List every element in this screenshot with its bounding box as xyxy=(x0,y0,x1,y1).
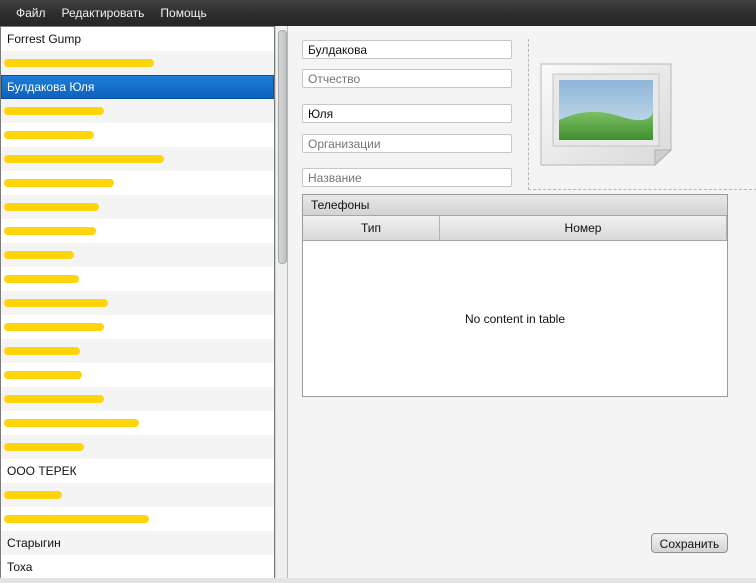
redaction-mark xyxy=(4,491,62,499)
phones-table-title: Телефоны xyxy=(303,195,727,216)
phones-table: Телефоны Тип Номер No content in table xyxy=(302,194,728,397)
redaction-mark xyxy=(4,227,96,235)
contact-list-item[interactable] xyxy=(1,171,274,195)
column-number[interactable]: Номер xyxy=(440,216,727,240)
redaction-mark xyxy=(4,59,154,67)
contact-list-item[interactable] xyxy=(1,339,274,363)
first-name-field[interactable] xyxy=(302,104,512,123)
redaction-mark xyxy=(4,179,114,187)
redaction-mark xyxy=(4,107,104,115)
phones-table-body[interactable]: No content in table xyxy=(303,241,727,396)
menu-file[interactable]: Файл xyxy=(0,0,54,26)
contact-list-item[interactable] xyxy=(1,219,274,243)
redaction-mark xyxy=(4,203,99,211)
image-placeholder-icon xyxy=(540,63,673,167)
contact-details-panel: Телефоны Тип Номер No content in table С… xyxy=(288,26,756,583)
redaction-mark xyxy=(4,155,164,163)
column-type[interactable]: Тип xyxy=(303,216,440,240)
contact-list-item[interactable] xyxy=(1,99,274,123)
window-bottom-edge xyxy=(0,578,756,583)
redaction-mark xyxy=(4,395,104,403)
menu-bar: Файл Редактировать Помощь xyxy=(0,0,756,27)
contact-list-item[interactable]: Старыгин xyxy=(1,531,274,555)
save-button[interactable]: Сохранить xyxy=(651,533,728,553)
contact-list-item[interactable] xyxy=(1,195,274,219)
contact-list-item[interactable] xyxy=(1,291,274,315)
redaction-mark xyxy=(4,131,94,139)
contact-list-item[interactable] xyxy=(1,315,274,339)
menu-edit[interactable]: Редактировать xyxy=(54,0,153,26)
contact-list-item[interactable]: Тоха xyxy=(1,555,274,579)
contacts-list[interactable]: Forrest Gump Булдакова Юля ООО ТЕРЕК Старыг… xyxy=(0,26,275,580)
contact-list-item[interactable] xyxy=(1,435,274,459)
redaction-mark xyxy=(4,323,104,331)
redaction-mark xyxy=(4,515,149,523)
scrollbar-thumb[interactable] xyxy=(278,30,287,264)
contacts-scrollbar[interactable] xyxy=(275,26,287,580)
contact-list-item[interactable] xyxy=(1,243,274,267)
contact-list-item[interactable] xyxy=(1,483,274,507)
contact-list-item[interactable]: Forrest Gump xyxy=(1,27,274,51)
contact-list-item[interactable] xyxy=(1,267,274,291)
redaction-mark xyxy=(4,299,108,307)
contact-name: Старыгин xyxy=(7,536,61,550)
middle-name-field[interactable] xyxy=(302,69,512,88)
contact-list-item[interactable] xyxy=(1,507,274,531)
contact-name: Тоха xyxy=(7,560,33,574)
phones-table-header: Тип Номер xyxy=(303,216,727,241)
menu-help[interactable]: Помощь xyxy=(152,0,214,26)
organization-field[interactable] xyxy=(302,134,512,153)
contact-list-item[interactable] xyxy=(1,411,274,435)
redaction-mark xyxy=(4,371,82,379)
contact-name: ООО ТЕРЕК xyxy=(7,464,77,478)
contact-name: Булдакова Юля xyxy=(7,80,95,94)
contact-list-item[interactable] xyxy=(1,147,274,171)
contact-list-item[interactable] xyxy=(1,123,274,147)
photo-area[interactable] xyxy=(528,39,756,190)
redaction-mark xyxy=(4,443,84,451)
contact-name: Forrest Gump xyxy=(7,32,82,46)
title-field[interactable] xyxy=(302,168,512,187)
redaction-mark xyxy=(4,347,80,355)
contact-list-item[interactable] xyxy=(1,387,274,411)
contact-list-item[interactable]: Булдакова Юля xyxy=(1,75,274,99)
contacts-panel: Forrest Gump Булдакова Юля ООО ТЕРЕК Старыг… xyxy=(0,26,288,583)
redaction-mark xyxy=(4,275,79,283)
contact-list-item[interactable]: ООО ТЕРЕК xyxy=(1,459,274,483)
empty-table-message: No content in table xyxy=(464,311,566,326)
contact-list-item[interactable] xyxy=(1,51,274,75)
redaction-mark xyxy=(4,251,74,259)
redaction-mark xyxy=(4,419,139,427)
last-name-field[interactable] xyxy=(302,40,512,59)
contact-list-item[interactable] xyxy=(1,363,274,387)
